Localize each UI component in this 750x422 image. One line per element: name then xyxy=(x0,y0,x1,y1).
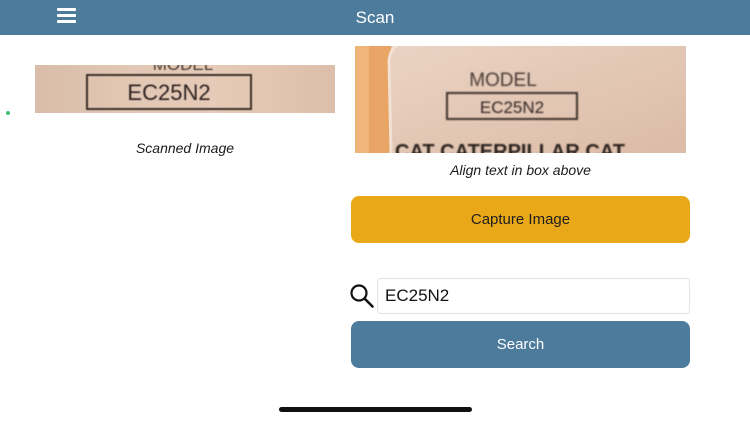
hamburger-menu-icon[interactable] xyxy=(57,8,76,24)
navigation-bar: Scan xyxy=(0,0,750,35)
search-icon[interactable] xyxy=(349,283,375,309)
home-indicator[interactable] xyxy=(279,407,472,412)
status-dot xyxy=(6,111,10,115)
search-input[interactable] xyxy=(377,278,690,314)
scan-screen: Scan MODEL EC25N2 Scanned Image xyxy=(0,0,750,422)
camera-model-value: EC25N2 xyxy=(480,98,544,117)
capture-image-button[interactable]: Capture Image xyxy=(351,196,690,243)
camera-model-label: MODEL xyxy=(469,70,537,91)
scanned-image: MODEL EC25N2 xyxy=(35,65,335,113)
search-button[interactable]: Search xyxy=(351,321,690,368)
camera-preview: MODEL EC25N2 CAT CATERPILLAR CAT xyxy=(355,46,686,153)
scanned-model-value: EC25N2 xyxy=(127,80,210,105)
scanned-image-caption: Scanned Image xyxy=(135,140,235,156)
camera-bottom-text: CAT CATERPILLAR CAT xyxy=(395,141,625,153)
page-title: Scan xyxy=(355,8,395,27)
align-text-caption: Align text in box above xyxy=(450,162,591,178)
scanned-model-label: MODEL xyxy=(153,65,213,74)
